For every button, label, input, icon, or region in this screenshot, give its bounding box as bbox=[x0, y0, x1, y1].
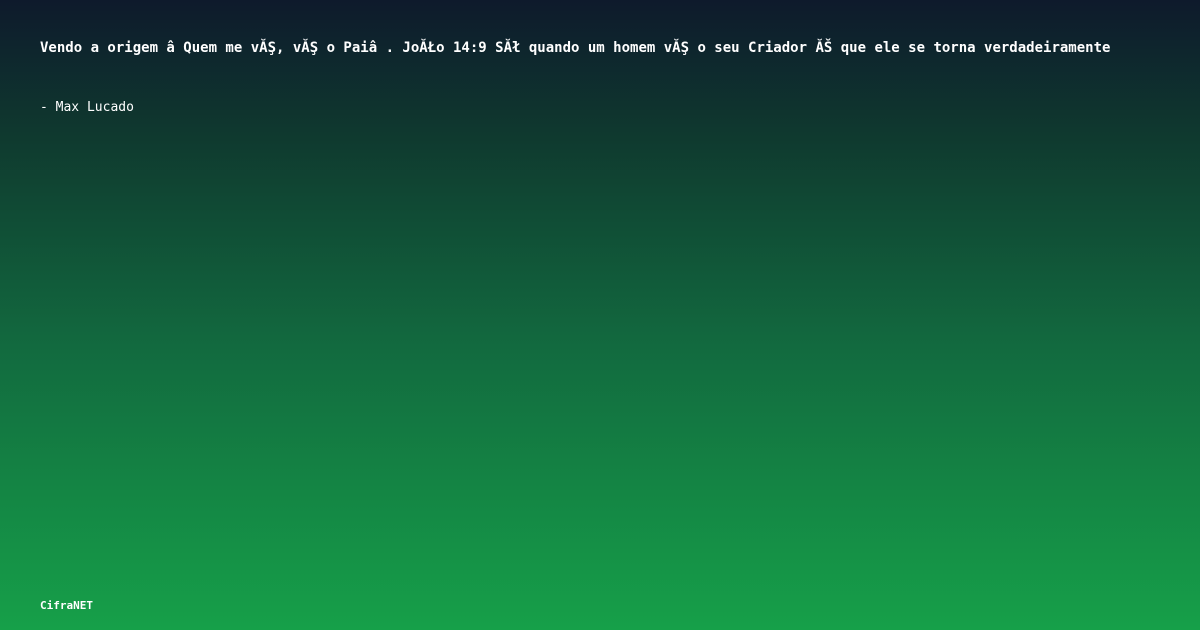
quote-text: Vendo a origem â Quem me vĂŞ, vĂŞ o Paiâ… bbox=[40, 40, 1111, 56]
brand-logo: CifraNET bbox=[40, 599, 93, 612]
quote-author: - Max Lucado bbox=[40, 100, 134, 115]
quote-card: Vendo a origem â Quem me vĂŞ, vĂŞ o Paiâ… bbox=[0, 0, 1200, 630]
